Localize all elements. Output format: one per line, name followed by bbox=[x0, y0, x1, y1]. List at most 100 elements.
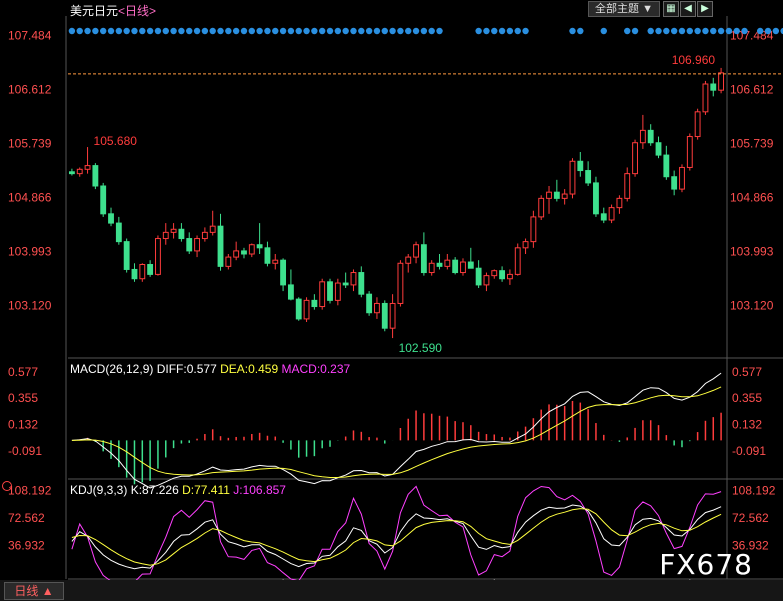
signal-dot bbox=[475, 27, 482, 35]
signal-dot bbox=[631, 27, 639, 35]
candle-body bbox=[546, 191, 552, 199]
candle-body bbox=[663, 154, 670, 178]
candle-body bbox=[350, 272, 357, 286]
signal-dot bbox=[303, 27, 310, 35]
candle-body bbox=[686, 136, 693, 168]
signal-dot bbox=[232, 27, 240, 35]
period-label[interactable]: <日线> bbox=[118, 4, 156, 18]
kdj-tick-left: 108.192 bbox=[8, 484, 52, 498]
signal-dot bbox=[373, 27, 381, 35]
candle-body bbox=[92, 165, 99, 187]
candle-body bbox=[248, 244, 255, 255]
candle-body bbox=[452, 259, 459, 274]
signal-dot bbox=[334, 27, 342, 35]
candle-body bbox=[217, 225, 224, 267]
y-tick-label-right: 106.612 bbox=[730, 82, 774, 96]
kdj-j-value: J:106.857 bbox=[233, 483, 286, 497]
candle-body bbox=[639, 129, 646, 144]
signal-dot bbox=[569, 27, 576, 35]
candle-body bbox=[280, 259, 287, 286]
candle-body bbox=[428, 262, 435, 274]
signal-dot bbox=[146, 27, 154, 35]
signal-dot bbox=[498, 27, 506, 35]
signal-dot bbox=[76, 27, 83, 35]
signal-dot bbox=[68, 27, 76, 35]
candle-body bbox=[225, 256, 232, 267]
macd-tick-right: 0.355 bbox=[732, 391, 762, 405]
candle-body bbox=[162, 231, 169, 240]
signal-dot bbox=[663, 27, 670, 35]
macd-tick-right: 0.577 bbox=[732, 365, 762, 379]
indicator-settings-icon[interactable] bbox=[2, 481, 12, 491]
signal-dot bbox=[756, 27, 764, 35]
y-tick-label-right: 105.739 bbox=[730, 136, 774, 150]
candle-body bbox=[397, 262, 404, 304]
candle-body bbox=[553, 191, 560, 199]
candle-body bbox=[334, 282, 341, 301]
signal-dot bbox=[381, 27, 388, 35]
candle-body bbox=[155, 238, 161, 275]
y-tick-label-left: 107.484 bbox=[8, 29, 52, 43]
watermark-logo: FX678 bbox=[659, 548, 753, 581]
macd-tick-right: 0.132 bbox=[732, 418, 762, 432]
candle-body bbox=[475, 267, 482, 286]
signal-dot bbox=[647, 27, 654, 35]
kdj-params: KDJ(9,3,3) bbox=[70, 483, 128, 497]
candle-body bbox=[702, 83, 709, 113]
candle-body bbox=[241, 250, 247, 255]
candle-body bbox=[303, 299, 310, 320]
signal-dot bbox=[256, 27, 263, 35]
candle-body bbox=[585, 170, 592, 184]
signal-dot bbox=[139, 27, 146, 35]
signal-dot bbox=[92, 27, 99, 35]
kdj-tick-left: 36.932 bbox=[8, 539, 45, 553]
candle-body bbox=[115, 222, 122, 243]
signal-dot bbox=[764, 27, 772, 35]
signal-dot bbox=[670, 27, 678, 35]
signal-dot bbox=[342, 27, 349, 35]
signal-dot bbox=[600, 27, 607, 35]
macd-dea-value: DEA:0.459 bbox=[220, 362, 279, 376]
candle-body bbox=[679, 166, 685, 190]
candle-body bbox=[624, 173, 631, 199]
candle-body bbox=[123, 241, 130, 270]
signal-dot bbox=[311, 27, 318, 35]
candle-body bbox=[436, 262, 443, 267]
period-button[interactable]: 日线 ▲ bbox=[4, 582, 64, 600]
signal-dot bbox=[397, 27, 404, 35]
candle-body bbox=[405, 256, 412, 264]
signal-dot bbox=[279, 27, 287, 35]
kdj-k-value: K:87.226 bbox=[130, 483, 179, 497]
y-tick-label-left: 106.612 bbox=[8, 82, 52, 96]
signal-dot bbox=[725, 27, 733, 35]
arrow-right-icon[interactable]: ▶ bbox=[697, 1, 713, 17]
candle-body bbox=[76, 168, 83, 175]
candle-body bbox=[616, 197, 623, 209]
candle-body bbox=[420, 244, 427, 274]
y-tick-label-right: 104.866 bbox=[730, 190, 774, 204]
chart-canvas: 107.484 107.484106.612 106.612105.739 105.7… bbox=[8, 16, 783, 597]
theme-dropdown[interactable]: 全部主题 ▼ bbox=[588, 1, 660, 17]
signal-dot bbox=[420, 27, 428, 35]
candle-body bbox=[194, 238, 200, 252]
signal-dot bbox=[405, 27, 412, 35]
low-annotation: 102.590 bbox=[399, 341, 443, 355]
candle-body bbox=[694, 111, 701, 138]
kdj-k-line bbox=[71, 504, 722, 570]
candle-body bbox=[569, 160, 576, 195]
candle-body bbox=[319, 281, 326, 308]
arrow-left-icon[interactable]: ◀ bbox=[680, 1, 696, 17]
signal-dot bbox=[655, 27, 662, 35]
grid-icon[interactable]: ▦ bbox=[663, 1, 679, 17]
candle-body bbox=[506, 273, 513, 280]
signal-dot bbox=[358, 27, 365, 35]
candle-body bbox=[655, 142, 662, 156]
signal-dot bbox=[514, 27, 521, 35]
signal-dot bbox=[483, 27, 490, 35]
kdj-j-line bbox=[71, 485, 722, 584]
kdj-tick-right: 72.562 bbox=[732, 511, 769, 525]
candle-body bbox=[84, 165, 91, 170]
candle-body bbox=[413, 244, 419, 258]
y-tick-label-left: 105.739 bbox=[8, 136, 52, 150]
signal-dot bbox=[436, 27, 443, 35]
